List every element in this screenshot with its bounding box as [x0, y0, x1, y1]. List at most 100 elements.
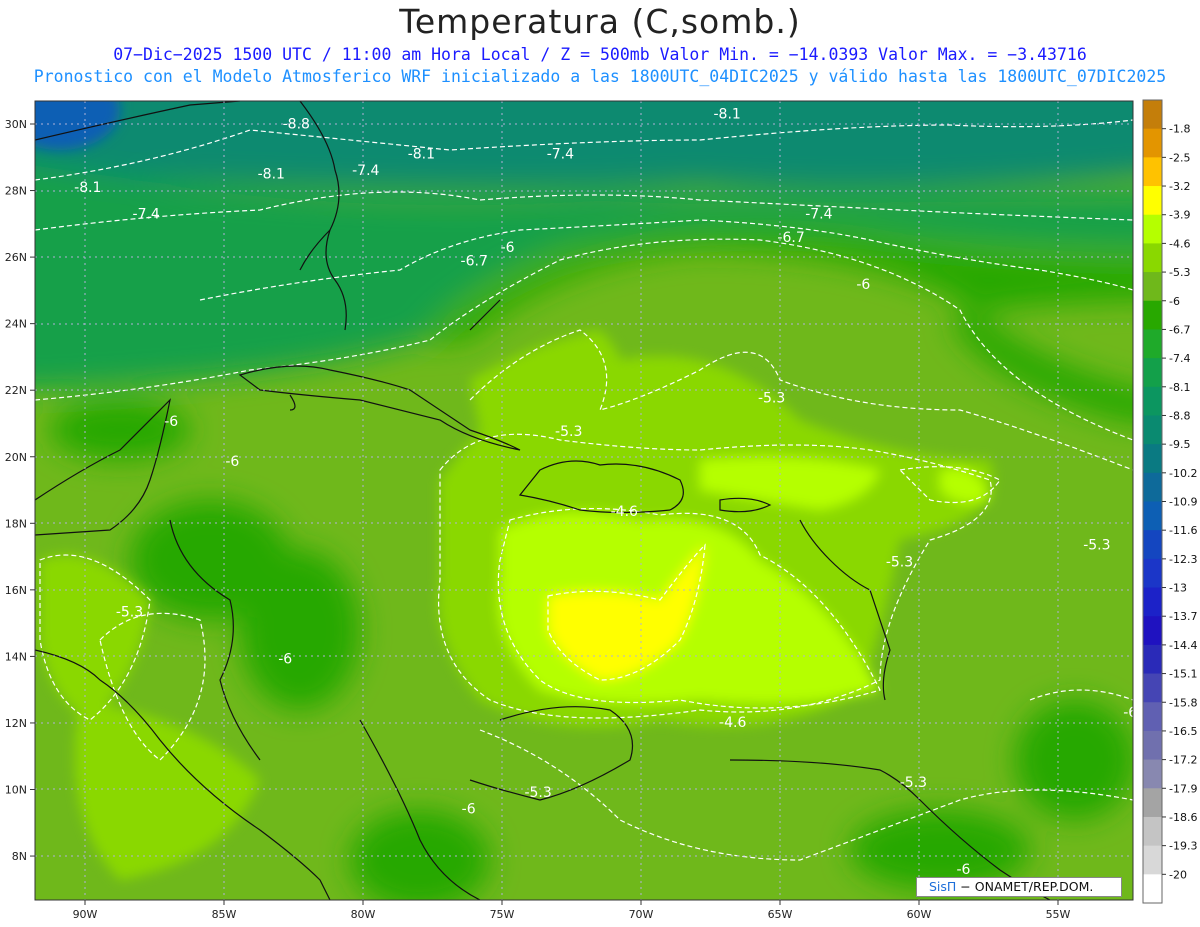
isotherm-label: -8.1 — [713, 106, 740, 122]
isotherm-label: -6 — [278, 651, 292, 667]
longitude-axis: 90W 85W 80W 75W 70W 65W 60W 55W — [73, 900, 1071, 921]
colorbar-label: -4.6 — [1169, 237, 1190, 250]
isotherm-label: -7.4 — [547, 146, 574, 162]
colorbar-swatch — [1143, 186, 1162, 216]
isotherm-label: -6 — [501, 240, 515, 256]
colorbar-label: -7.4 — [1169, 352, 1190, 365]
latitude-label: 24N — [5, 318, 27, 331]
colorbar-label: -15.8 — [1169, 696, 1197, 709]
colorbar-label: -18.6 — [1169, 811, 1197, 824]
colorbar-swatch — [1143, 128, 1162, 158]
isotherm-label: -8.1 — [74, 180, 101, 196]
isotherm-label: -6.7 — [777, 230, 804, 246]
colorbar-swatch — [1143, 329, 1162, 359]
isotherm-label: -6 — [956, 862, 970, 878]
colorbar-label: -14.4 — [1169, 639, 1197, 652]
isotherm-label: -4.6 — [611, 504, 638, 520]
latitude-label: 20N — [5, 451, 27, 464]
colorbar-swatch — [1143, 587, 1162, 617]
colorbar-swatch — [1143, 300, 1162, 330]
colorbar-swatch — [1143, 874, 1162, 904]
colorbar-label: -10.2 — [1169, 467, 1197, 480]
longitude-label: 90W — [73, 908, 98, 921]
colorbar-swatch — [1143, 243, 1162, 273]
isotherm-label: -5.3 — [758, 391, 785, 407]
isotherm-label: -8.1 — [258, 167, 285, 183]
colorbar-swatch — [1143, 702, 1162, 732]
isotherm-label: -5.3 — [524, 785, 551, 801]
colorbar-label: -17.2 — [1169, 754, 1197, 767]
colorbar-swatch — [1143, 472, 1162, 502]
colorbar-swatch — [1143, 386, 1162, 416]
isotherm-label: -6 — [856, 277, 870, 293]
colorbar-swatch — [1143, 644, 1162, 675]
latitude-label: 28N — [5, 185, 27, 198]
credit-separator: − — [956, 879, 975, 894]
colorbar-label: -8.1 — [1169, 381, 1190, 394]
isotherm-label: -5.3 — [555, 424, 582, 440]
isotherm-label: -5.3 — [116, 604, 143, 620]
colorbar-swatch — [1143, 816, 1162, 847]
latitude-axis: 30N 28N 26N 24N 22N 20N 18N 16N 14N 12N 10N 8N — [5, 118, 35, 863]
colorbar-label: -16.5 — [1169, 725, 1197, 738]
longitude-label: 80W — [351, 908, 376, 921]
colorbar-label: -8.8 — [1169, 409, 1190, 422]
colorbar-label: -6 — [1169, 295, 1180, 308]
colorbar-label: -10.9 — [1169, 496, 1197, 509]
isotherm-label: -6 — [1123, 705, 1137, 721]
colorbar-label: -13 — [1169, 582, 1187, 595]
colorbar-swatch — [1143, 100, 1162, 130]
longitude-label: 65W — [768, 908, 793, 921]
colorbar-swatch — [1143, 157, 1162, 187]
latitude-label: 26N — [5, 251, 27, 264]
longitude-label: 70W — [629, 908, 654, 921]
colorbar-label: -9.5 — [1169, 438, 1190, 451]
latitude-label: 12N — [5, 717, 27, 730]
colorbar-label: -11.6 — [1169, 524, 1197, 537]
isotherm-label: -5.3 — [900, 775, 927, 791]
colorbar-swatch — [1143, 730, 1162, 761]
colorbar-label: -3.2 — [1169, 180, 1190, 193]
colorbar-swatch — [1143, 358, 1162, 388]
isotherm-label: -6 — [462, 802, 476, 818]
colorbar-swatch — [1143, 845, 1162, 875]
latitude-label: 18N — [5, 517, 27, 530]
colorbar-label: -12.3 — [1169, 553, 1197, 566]
sispi-logo-text: SisΠ — [929, 879, 957, 894]
isotherm-label: -4.6 — [719, 715, 746, 731]
colorbar-swatch — [1143, 501, 1162, 531]
colorbar-label: -19.3 — [1169, 840, 1197, 853]
colorbar-swatch — [1143, 558, 1162, 589]
credit-box: SisΠ − ONAMET/REP.DOM. — [916, 877, 1122, 897]
isotherm-label: -5.3 — [886, 554, 913, 570]
colorbar-swatch — [1143, 788, 1162, 818]
longitude-label: 60W — [907, 908, 932, 921]
isotherm-label: -6.7 — [461, 253, 488, 269]
credit-organization: ONAMET/REP.DOM. — [974, 879, 1094, 894]
colorbar-swatch — [1143, 415, 1162, 445]
colorbar-swatch — [1143, 673, 1162, 703]
latitude-label: 30N — [5, 118, 27, 131]
colorbar-swatch — [1143, 214, 1162, 244]
isotherm-label: -7.4 — [805, 207, 832, 223]
colorbar-label: -5.3 — [1169, 266, 1190, 279]
longitude-label: 55W — [1046, 908, 1071, 921]
colorbar: -1.8 -2.5 -3.2 -3.9 -4.6 -5.3 -6 -6.7 -7.4 -8.1 -8… — [1142, 99, 1197, 904]
latitude-label: 22N — [5, 384, 27, 397]
isotherm-label: -7.4 — [133, 207, 160, 223]
latitude-label: 16N — [5, 584, 27, 597]
colorbar-label: -15.1 — [1169, 668, 1197, 681]
isotherm-label: -6 — [164, 414, 178, 430]
temperature-map: -8.8-8.1-8.1-7.4-7.4-8.1-8.1-7.4 -7.4-6.7… — [5, 99, 1197, 921]
colorbar-label: -20 — [1169, 868, 1187, 881]
isotherm-label: -8.8 — [283, 116, 310, 132]
temperature-shading — [35, 101, 1133, 900]
latitude-label: 10N — [5, 784, 27, 797]
colorbar-label: -17.9 — [1169, 782, 1197, 795]
isotherm-label: -8.1 — [408, 146, 435, 162]
colorbar-swatch — [1143, 616, 1162, 646]
isotherm-label: -6 — [225, 454, 239, 470]
colorbar-label: -6.7 — [1169, 323, 1190, 336]
latitude-label: 8N — [12, 850, 27, 863]
colorbar-label: -13.7 — [1169, 610, 1197, 623]
